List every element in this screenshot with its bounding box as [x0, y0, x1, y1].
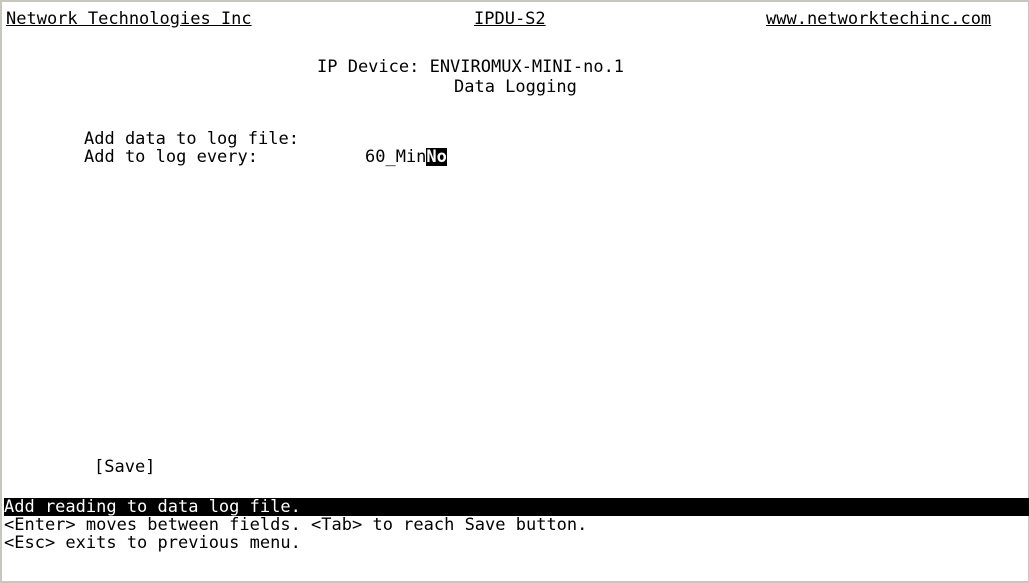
terminal-window: Network Technologies Inc IPDU-S2 www.net…	[0, 0, 1029, 583]
status-message: Add reading to data log file.	[4, 497, 301, 517]
status-bar: Add reading to data log file.	[4, 498, 1029, 516]
help-line-esc: <Esc> exits to previous menu.	[4, 533, 301, 553]
device-title: IP Device: ENVIROMUX-MINI-no.1	[317, 57, 625, 77]
page-title: Data Logging	[454, 77, 577, 97]
log-every-label: Add to log every:	[84, 147, 258, 167]
product-name: IPDU-S2	[474, 9, 546, 29]
website-link[interactable]: www.networktechinc.com	[766, 10, 991, 28]
company-name: Network Technologies Inc	[6, 9, 252, 29]
save-button[interactable]: [Save]	[94, 458, 155, 476]
log-every-field[interactable]: 60_Min	[365, 148, 426, 166]
add-to-log-field[interactable]: No	[426, 148, 447, 166]
add-to-log-label: Add data to log file:	[84, 129, 299, 149]
terminal-screen: Network Technologies Inc IPDU-S2 www.net…	[4, 4, 1029, 583]
help-line-enter: <Enter> moves between fields. <Tab> to r…	[4, 515, 588, 535]
